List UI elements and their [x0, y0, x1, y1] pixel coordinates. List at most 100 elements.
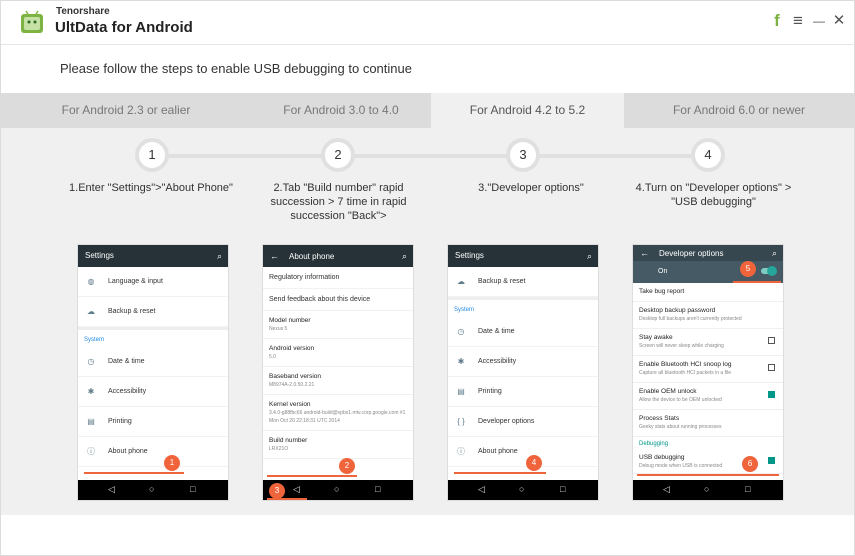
back-icon: ◁ [108, 484, 115, 494]
step-badge: 4 [526, 455, 542, 471]
list-item: USB debugging Debug mode when USB is conn… [633, 451, 783, 474]
step-label-3: 3."Developer options" [478, 182, 584, 194]
arrow-left-icon: ← [640, 248, 649, 258]
progress-line [153, 154, 709, 158]
printer-icon: ▤ [457, 387, 465, 396]
step-badge: 3 [269, 483, 285, 499]
facebook-icon[interactable]: f [768, 11, 786, 31]
tab-android-4-2[interactable]: For Android 4.2 to 5.2 [431, 93, 624, 128]
back-icon: ◁ [663, 484, 670, 494]
tab-android-3-0[interactable]: For Android 3.0 to 4.0 [251, 93, 431, 128]
android-navbar: ◁ ○ □ [448, 480, 598, 500]
step-badge: 2 [339, 458, 355, 474]
list-item: Process Stats Geeky stats about running p… [633, 410, 783, 437]
checkbox [768, 364, 775, 371]
highlight-underline [84, 472, 184, 474]
list-item: ◷ Date & time [448, 317, 598, 347]
recent-apps-icon: □ [190, 484, 196, 494]
search-icon: ⌕ [216, 251, 222, 261]
step-badge: 6 [742, 456, 758, 472]
step-label-2: 2.Tab "Build number" rapid succession > … [270, 182, 407, 222]
list-item: Enable Bluetooth HCI snoop log Capture al… [633, 356, 783, 383]
list-item: Regulatory information [263, 267, 413, 289]
cloud-icon: ☁ [457, 277, 465, 286]
step-badge: 1 [164, 455, 180, 471]
list-item: Take bug report [633, 283, 783, 302]
list-item: Enable OEM unlock Allow the device to be … [633, 383, 783, 410]
step-label-1: 1.Enter "Settings">"About Phone" [69, 182, 233, 194]
recent-apps-icon: □ [745, 484, 751, 494]
home-icon: ○ [519, 484, 525, 494]
instruction-text: Please follow the steps to enable USB de… [60, 61, 412, 76]
list-item: ⓘ About phone [78, 437, 228, 467]
list-item: ◍ Language & input [78, 267, 228, 297]
section-header: Debugging [639, 441, 669, 447]
section-header: System [78, 327, 228, 347]
list-item: ▤ Printing [448, 377, 598, 407]
footer [1, 515, 854, 555]
highlight-underline [267, 475, 357, 477]
android-navbar: ◁ ○ □ [263, 480, 413, 500]
minimize-icon[interactable]: — [810, 11, 828, 31]
info-icon: ⓘ [87, 447, 95, 456]
list-item: { } Developer options [448, 407, 598, 437]
android-logo-icon [21, 10, 43, 33]
list-item: Android version 5.0 [263, 339, 413, 367]
cloud-icon: ☁ [87, 307, 95, 316]
android-navbar: ◁ ○ □ [78, 480, 228, 500]
back-icon: ◁ [293, 484, 300, 494]
app-window: Tenorshare UltData for Android f ≡ — ✕ P… [0, 0, 855, 556]
home-icon: ○ [704, 484, 710, 494]
list-item: Kernel version 3.4.0-g88fbc66 android-bui… [263, 395, 413, 431]
home-icon: ○ [334, 484, 340, 494]
tab-android-6-0[interactable]: For Android 6.0 or newer [624, 93, 854, 128]
list-item: Model number Nexus 5 [263, 311, 413, 339]
step-circle-4: 4 [691, 138, 725, 172]
list-item: Stay awake Screen will never sleep while … [633, 329, 783, 356]
arrow-left-icon: ← [270, 251, 279, 261]
list-item: ✱ Accessibility [78, 377, 228, 407]
android-navbar: ◁ ○ □ [633, 480, 783, 500]
list-item: Send feedback about this device [263, 289, 413, 311]
list-item: ☁ Backup & reset [448, 267, 598, 297]
step-circle-1: 1 [135, 138, 169, 172]
accessibility-icon: ✱ [457, 357, 465, 366]
list-item: ◷ Date & time [78, 347, 228, 377]
printer-icon: ▤ [87, 417, 95, 426]
info-icon: ⓘ [457, 447, 465, 456]
highlight-underline [454, 472, 546, 474]
highlight-underline [637, 474, 779, 476]
close-icon[interactable]: ✕ [830, 11, 848, 31]
toggle-switch [761, 266, 777, 276]
phone-screenshot-usb-debugging: ← Developer options ⌕ On 5 Take bug report… [632, 244, 784, 501]
phone-screenshot-settings: Settings ⌕ ◍ Language & input ☁ Backup & re… [77, 244, 229, 501]
list-item: ✱ Accessibility [448, 347, 598, 377]
main-content: Please follow the steps to enable USB de… [1, 45, 854, 515]
list-item: ☁ Backup & reset [78, 297, 228, 327]
code-braces-icon: { } [457, 417, 465, 426]
back-icon: ◁ [478, 484, 485, 494]
globe-icon: ◍ [87, 277, 95, 286]
section-header: System [448, 297, 598, 317]
phone-toolbar: ← About phone ⌕ [263, 245, 413, 267]
menu-icon[interactable]: ≡ [789, 11, 807, 31]
title-bar: Tenorshare UltData for Android f ≡ — ✕ [1, 1, 854, 45]
brand-company: Tenorshare [56, 6, 110, 17]
tab-android-2-3[interactable]: For Android 2.3 or ealier [1, 93, 251, 128]
list-item: Desktop backup password Desktop full back… [633, 302, 783, 329]
app-title: UltData for Android [55, 19, 193, 36]
list-item: ▤ Printing [78, 407, 228, 437]
highlight-underline [267, 498, 307, 500]
phone-toolbar: Settings ⌕ [448, 245, 598, 267]
home-icon: ○ [149, 484, 155, 494]
phone-toolbar: ← Developer options ⌕ [633, 245, 783, 261]
clock-icon: ◷ [87, 357, 95, 366]
recent-apps-icon: □ [560, 484, 566, 494]
android-version-tabs: For Android 2.3 or ealier For Android 3.… [1, 93, 854, 128]
developer-options-switch-row: On [633, 261, 783, 283]
clock-icon: ◷ [457, 327, 465, 336]
phone-screenshot-developer: Settings ⌕ ☁ Backup & reset System ◷ Date &… [447, 244, 599, 501]
phone-toolbar: Settings ⌕ [78, 245, 228, 267]
step-circle-3: 3 [506, 138, 540, 172]
highlight-underline [733, 281, 781, 283]
